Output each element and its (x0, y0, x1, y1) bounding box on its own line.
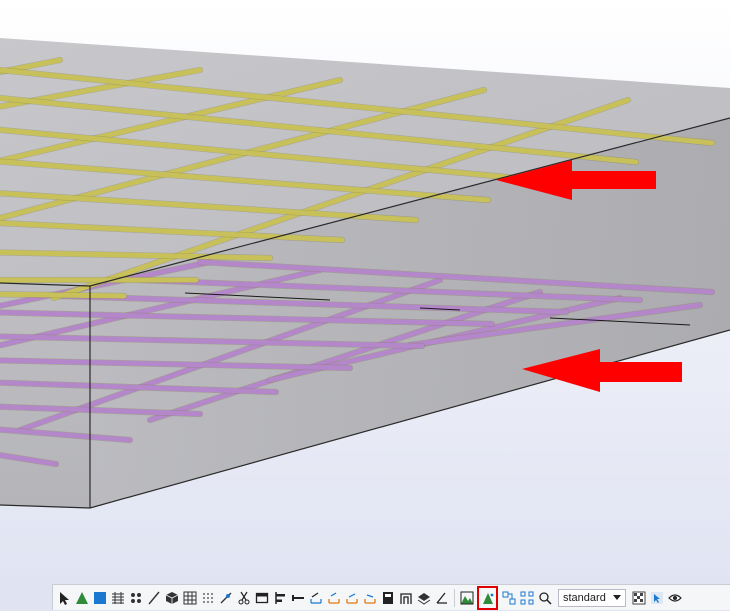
grid-lines-icon (111, 591, 124, 604)
green-mountain-icon (460, 591, 473, 604)
blue-square-icon (93, 591, 106, 604)
view-select-value: standard (563, 591, 606, 604)
snap-icon (220, 592, 231, 603)
dimension-icon (309, 592, 322, 604)
snap-orange-2-icon (345, 592, 358, 604)
top-rebar-row-8 (0, 291, 127, 299)
component-button[interactable] (500, 588, 517, 608)
snap-orange-3-icon (363, 593, 376, 604)
points-button[interactable] (127, 588, 144, 608)
grid-icon (183, 591, 196, 604)
green-rebar-display-icon (482, 592, 493, 604)
eye-icon (667, 593, 682, 602)
group-button[interactable] (518, 588, 535, 608)
portal-button[interactable] (397, 588, 414, 608)
model-viewport[interactable] (0, 0, 730, 580)
blue-square-button[interactable] (91, 588, 108, 608)
snap-orange-1-icon (327, 591, 340, 604)
snap-orange-3-button[interactable] (361, 588, 378, 608)
cursor-select-button[interactable] (648, 588, 665, 608)
panel-icon (382, 591, 393, 604)
select-pointer-icon (59, 591, 69, 605)
grid-button[interactable] (181, 588, 198, 608)
component-icon (502, 591, 515, 604)
layers-icon (417, 592, 430, 605)
scissors-button[interactable] (235, 588, 252, 608)
green-rebar-display-button[interactable] (477, 585, 498, 610)
magnet-icon (538, 591, 552, 605)
scissors-icon (238, 591, 249, 604)
frame-icon (255, 592, 268, 603)
snap-button[interactable] (217, 588, 234, 608)
panel-button[interactable] (379, 588, 396, 608)
dots-grid-button[interactable] (199, 588, 216, 608)
view-select[interactable]: standard (558, 588, 626, 607)
select-pointer-button[interactable] (55, 588, 72, 608)
portal-icon (399, 592, 412, 604)
green-mountain-button[interactable] (458, 588, 475, 608)
frame-button[interactable] (253, 588, 270, 608)
points-icon (130, 592, 141, 603)
toolbar-separator (454, 588, 455, 607)
angle-button[interactable] (433, 588, 450, 608)
beam-icon (291, 594, 304, 601)
align-icon (274, 591, 285, 604)
bottom-toolbar: standard (52, 584, 730, 610)
angle-icon (435, 592, 447, 604)
grid-lines-button[interactable] (109, 588, 126, 608)
align-button[interactable] (271, 588, 288, 608)
layers-button[interactable] (415, 588, 432, 608)
dots-grid-icon (202, 592, 213, 603)
beam-button[interactable] (289, 588, 306, 608)
chevron-down-icon (613, 595, 621, 600)
snap-orange-2-button[interactable] (343, 588, 360, 608)
snap-orange-1-button[interactable] (325, 588, 342, 608)
line-icon (147, 591, 160, 604)
cursor-select-icon (650, 591, 663, 604)
dimension-button[interactable] (307, 588, 324, 608)
green-triangle-icon (75, 591, 88, 604)
cube-icon (165, 591, 178, 604)
group-icon (520, 591, 533, 604)
line-button[interactable] (145, 588, 162, 608)
green-triangle-button[interactable] (73, 588, 90, 608)
magnet-button[interactable] (536, 588, 553, 608)
cube-button[interactable] (163, 588, 180, 608)
pattern-icon (632, 591, 645, 604)
eye-button[interactable] (666, 588, 683, 608)
pattern-button[interactable] (630, 588, 647, 608)
